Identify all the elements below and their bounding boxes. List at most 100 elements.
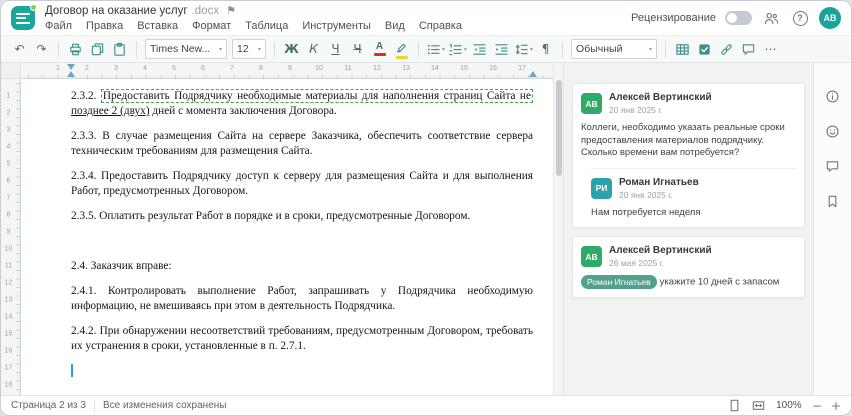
toolbar-divider bbox=[665, 40, 667, 58]
page-indicator[interactable]: Страница 2 из 3 bbox=[11, 400, 86, 411]
menu-item[interactable]: Инструменты bbox=[302, 20, 371, 32]
comment-author: Алексей Вертинский bbox=[609, 245, 712, 256]
ruler-number: 15 bbox=[4, 330, 13, 338]
text-run: позднее 2 (двух) bbox=[71, 105, 150, 117]
ruler-number: 12 bbox=[4, 279, 13, 287]
highlight-color-button[interactable] bbox=[391, 38, 412, 60]
text-run: 2.4.1. Контролировать выполнение Работ, … bbox=[71, 285, 533, 312]
redo-icon[interactable]: ↷ bbox=[31, 38, 52, 60]
chevron-down-icon: ▾ bbox=[649, 45, 653, 53]
logo-bar bbox=[16, 21, 30, 24]
right-sidebar bbox=[813, 63, 851, 395]
font-color-button[interactable]: А bbox=[369, 38, 390, 60]
italic-button[interactable]: К bbox=[303, 38, 324, 60]
menu-item[interactable]: Файл bbox=[45, 20, 72, 32]
zoom-in-button[interactable]: + bbox=[831, 400, 841, 412]
checkbox-button[interactable] bbox=[694, 38, 715, 60]
ruler-number: 7 bbox=[230, 65, 234, 72]
bullet-list-button[interactable]: ▾ bbox=[425, 38, 446, 60]
ruler-number: 8 bbox=[259, 65, 263, 72]
chat-icon[interactable] bbox=[822, 155, 844, 177]
line-spacing-button[interactable]: ▾ bbox=[513, 38, 534, 60]
mention-chip[interactable]: Роман Игнатьев bbox=[581, 275, 657, 289]
feedback-icon[interactable] bbox=[822, 120, 844, 142]
ruler-number: 13 bbox=[4, 296, 13, 304]
menu-item[interactable]: Справка bbox=[419, 20, 462, 32]
ruler-number: 2 bbox=[85, 65, 89, 72]
undo-icon[interactable]: ↶ bbox=[9, 38, 30, 60]
comment-author-block: Алексей Вертинский 20 янв 2025 г. bbox=[609, 92, 712, 115]
document-page[interactable]: 2.3.2. Предоставить Подрядчику необходим… bbox=[21, 79, 553, 395]
bold-button[interactable]: Ж bbox=[281, 38, 302, 60]
favorite-flag-icon[interactable]: ⚑ bbox=[226, 4, 236, 17]
insert-link-button[interactable] bbox=[716, 38, 737, 60]
ruler-number: 6 bbox=[201, 65, 205, 72]
app-logo-icon[interactable] bbox=[11, 4, 37, 30]
zoom-out-button[interactable]: − bbox=[812, 400, 822, 412]
horizontal-ruler[interactable]: 1 2 3 4 5 6 7 8 9 10 11 12 13 14 15 16 17 bbox=[21, 63, 553, 79]
info-icon[interactable] bbox=[822, 85, 844, 107]
ruler-number: 16 bbox=[4, 347, 13, 355]
left-indent-marker[interactable] bbox=[67, 71, 75, 77]
fit-width-button[interactable] bbox=[751, 398, 766, 413]
comment-author: Роман Игнатьев bbox=[619, 176, 699, 188]
menu-item[interactable]: Правка bbox=[86, 20, 123, 32]
paste-icon[interactable] bbox=[109, 38, 130, 60]
zoom-level[interactable]: 100% bbox=[775, 400, 803, 411]
decrease-indent-button[interactable] bbox=[469, 38, 490, 60]
vertical-ruler[interactable]: 1 2 3 4 5 6 7 8 9 10 11 12 13 14 15 16 17 18 bbox=[1, 79, 21, 395]
comment-card[interactable]: АВ Алексей Вертинский 20 янв 2025 г. Коллег… bbox=[572, 83, 805, 228]
comment-date: 20 янв 2025 г. bbox=[609, 105, 663, 115]
toggle-knob bbox=[727, 13, 737, 23]
text-cursor bbox=[71, 364, 73, 377]
insert-table-button[interactable] bbox=[672, 38, 693, 60]
combo-value: Times New... bbox=[150, 43, 211, 55]
user-avatar[interactable]: АВ bbox=[819, 7, 841, 29]
menu-item[interactable]: Вставка bbox=[137, 20, 178, 32]
menu-item[interactable]: Таблица bbox=[245, 20, 288, 32]
ruler-number: 6 bbox=[6, 177, 11, 185]
copy-icon[interactable] bbox=[87, 38, 108, 60]
fit-page-button[interactable] bbox=[727, 398, 742, 413]
first-line-indent-marker[interactable] bbox=[67, 64, 75, 70]
ruler-number: 4 bbox=[143, 65, 147, 72]
document-area: 1 2 3 4 5 6 7 8 9 10 11 12 13 14 15 16 17 1 2 3 4 5 6 7 8 9 10 11 1… bbox=[1, 63, 563, 395]
statusbar-divider bbox=[93, 399, 95, 412]
ruler-number: 5 bbox=[6, 160, 11, 168]
print-icon[interactable] bbox=[65, 38, 86, 60]
font-name-select[interactable]: Times New... ▾ bbox=[145, 39, 227, 59]
ruler-number: 17 bbox=[4, 364, 13, 372]
comment-card[interactable]: АВ Алексей Вертинский 26 мая 2025 г. Роман … bbox=[572, 236, 805, 298]
comment-header: РИ Роман Игнатьев 20 янв 2025 г. bbox=[591, 177, 796, 200]
comment-button[interactable] bbox=[738, 38, 759, 60]
text-run: 2.3.5. Оплатить результат Работ в порядк… bbox=[71, 210, 471, 222]
title-block: Договор на оказание услуг .docx ⚑ Файл Пра… bbox=[45, 4, 631, 32]
increase-indent-button[interactable] bbox=[491, 38, 512, 60]
vertical-scrollbar[interactable] bbox=[553, 63, 563, 395]
font-size-select[interactable]: 12 ▾ bbox=[232, 39, 266, 59]
review-toggle[interactable] bbox=[725, 11, 752, 25]
collaborators-icon[interactable] bbox=[761, 8, 781, 28]
ruler-number: 14 bbox=[4, 313, 13, 321]
bookmark-icon[interactable] bbox=[822, 190, 844, 212]
comment-header: АВ Алексей Вертинский 20 янв 2025 г. bbox=[581, 92, 796, 115]
menu-item[interactable]: Вид bbox=[385, 20, 405, 32]
document-title: Договор на оказание услуг bbox=[45, 4, 188, 17]
toolbar-divider bbox=[136, 40, 137, 58]
strikethrough-button[interactable]: Ч bbox=[347, 38, 368, 60]
logo-bar bbox=[16, 17, 26, 19]
paragraph: 2.3.5. Оплатить результат Работ в порядк… bbox=[71, 209, 533, 224]
right-indent-marker[interactable] bbox=[529, 71, 537, 77]
ruler-number: 4 bbox=[6, 143, 11, 151]
more-button[interactable]: ⋯ bbox=[760, 38, 781, 60]
scrollbar-thumb[interactable] bbox=[556, 80, 562, 176]
paragraph-marks-button[interactable]: ¶ bbox=[535, 38, 556, 60]
paragraph-style-select[interactable]: Обычный ▾ bbox=[571, 39, 658, 59]
numbered-list-button[interactable]: ▾ bbox=[447, 38, 468, 60]
ruler-number: 1 bbox=[56, 65, 60, 72]
underline-button[interactable]: Ч bbox=[325, 38, 346, 60]
comment-reply[interactable]: РИ Роман Игнатьев 20 янв 2025 г. Нам потреб… bbox=[591, 167, 796, 220]
menu-item[interactable]: Формат bbox=[192, 20, 231, 32]
help-icon[interactable]: ? bbox=[790, 8, 810, 28]
ruler-number: 11 bbox=[344, 65, 352, 72]
